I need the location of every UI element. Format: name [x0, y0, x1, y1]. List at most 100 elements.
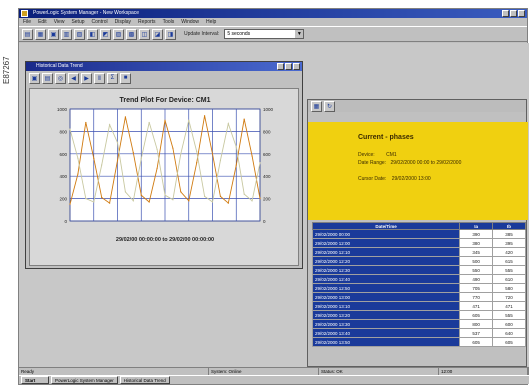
alarm-icon[interactable]: ◩ [100, 28, 111, 40]
table-icon[interactable]: ▥ [61, 28, 72, 40]
table-row[interactable]: 29/02/2000 00:00 390 385 [311, 229, 526, 239]
figure-reference-label: E87267 [2, 56, 11, 84]
table-row[interactable]: 29/02/2000 12:50 705 580 [311, 283, 526, 293]
cell-datetime: 29/02/2000 12:20 [311, 256, 461, 266]
column-header-ib[interactable]: Ib [492, 222, 526, 230]
status-cell-2: Status: OK [319, 368, 439, 375]
cell-ia: 550 [459, 265, 494, 275]
cell-ia: 345 [459, 247, 494, 257]
pause-icon[interactable]: Ⅱ [94, 72, 105, 84]
print-icon[interactable]: ▣ [29, 72, 40, 84]
menu-tools[interactable]: Tools [163, 18, 175, 26]
cell-ia: 390 [459, 229, 494, 239]
table-view-icon[interactable]: ▦ [311, 100, 322, 112]
series-2-point [124, 191, 127, 193]
report-icon[interactable]: ▩ [126, 28, 137, 40]
series-2-point [156, 148, 158, 150]
trend-minimize-button[interactable] [277, 63, 284, 70]
y-tick-label-left: 800 [59, 129, 67, 134]
series-1-point [164, 119, 166, 121]
menu-reports[interactable]: Reports [138, 18, 156, 26]
series-2-point [180, 153, 182, 155]
cell-ib: 640 [492, 328, 526, 338]
cell-ia: 537 [459, 328, 494, 338]
zoom-icon[interactable]: ◎ [55, 72, 66, 84]
table-row[interactable]: 29/02/2000 13:20 605 555 [311, 310, 526, 320]
window-title: PowerLogic System Manager - New Workspac… [33, 10, 140, 16]
print-icon[interactable]: ▣ [48, 28, 59, 40]
series-2-point [101, 164, 103, 166]
event-icon[interactable]: ▨ [113, 28, 124, 40]
table-row[interactable]: 29/02/2000 12:30 550 555 [311, 265, 526, 275]
close-button[interactable] [518, 10, 525, 17]
table-row[interactable]: 29/02/2000 12:10 345 420 [311, 247, 526, 257]
column-header-ia[interactable]: Ia [459, 222, 494, 230]
series-1-point [140, 194, 142, 196]
table-row[interactable]: 29/02/2000 12:20 500 615 [311, 256, 526, 266]
table-row[interactable]: 29/02/2000 13:30 800 600 [311, 319, 526, 329]
sigma-icon[interactable]: Σ [107, 72, 118, 84]
series-2-point [85, 198, 87, 200]
cell-ib: 395 [492, 238, 526, 248]
chevron-down-icon[interactable]: ▼ [295, 30, 304, 38]
series-2-point [259, 162, 261, 164]
table-row[interactable]: 29/02/2000 13:40 537 640 [311, 328, 526, 338]
series-2-point [235, 146, 237, 148]
table-row[interactable]: 29/02/2000 12:00 380 395 [311, 238, 526, 248]
copy-icon[interactable]: ▤ [42, 72, 53, 84]
status-bar: Ready System: Online Status: OK 12:00 [19, 367, 529, 375]
cell-ib: 555 [492, 310, 526, 320]
taskbar-item-app[interactable]: PowerLogic System Manager [51, 376, 118, 384]
menu-help[interactable]: Help [206, 18, 216, 26]
trend-toolbar: ▣ ▤ ◎ ◀ ▶ Ⅱ Σ ■ [26, 71, 302, 85]
series-1-point [156, 167, 158, 169]
table-row[interactable]: 29/02/2000 13:10 471 471 [311, 301, 526, 311]
meter-icon[interactable]: ◧ [87, 28, 98, 40]
chart-icon[interactable]: ▧ [74, 28, 85, 40]
series-2-point [77, 157, 79, 159]
y-tick-label-right: 1000 [263, 107, 274, 112]
start-button[interactable]: Start [21, 376, 49, 384]
trend-maximize-button[interactable] [285, 63, 292, 70]
taskbar-item-trend[interactable]: Historical Data Trend [119, 376, 170, 384]
setup-icon[interactable]: ◪ [152, 28, 163, 40]
cursor-date-row: Cursor Date: 29/02/2000 13:00 [358, 176, 431, 182]
open-icon[interactable]: ▤ [22, 28, 33, 40]
menu-setup[interactable]: Setup [71, 18, 84, 26]
y-tick-label-right: 200 [263, 197, 271, 202]
menu-control[interactable]: Control [92, 18, 108, 26]
column-header-datetime[interactable]: Date/Time [311, 222, 461, 230]
series-1-point [85, 121, 87, 124]
refresh-icon[interactable]: ↻ [324, 100, 335, 112]
application-window: PowerLogic System Manager - New Workspac… [18, 8, 529, 385]
cell-datetime: 29/02/2000 12:30 [311, 265, 461, 275]
menu-window[interactable]: Window [181, 18, 199, 26]
series-1-point [116, 159, 119, 162]
table-row[interactable]: 29/02/2000 13:50 605 605 [311, 337, 526, 347]
minimize-button[interactable] [502, 10, 509, 17]
scroll-right-icon[interactable]: ▶ [81, 72, 92, 84]
update-interval-select[interactable]: 5 seconds ▼ [224, 29, 305, 39]
trend-close-button[interactable] [293, 63, 300, 70]
menu-file[interactable]: File [23, 18, 31, 26]
series-1-point [259, 198, 261, 200]
menu-display[interactable]: Display [115, 18, 131, 26]
scroll-left-icon[interactable]: ◀ [68, 72, 79, 84]
table-row[interactable]: 29/02/2000 13:00 770 720 [311, 292, 526, 302]
table-row[interactable]: 29/02/2000 12:40 490 610 [311, 274, 526, 284]
help-icon[interactable]: ◨ [165, 28, 176, 40]
series-1-point [251, 155, 253, 157]
series-2-point [148, 121, 150, 124]
cell-ia: 490 [459, 274, 494, 284]
series-2-point [227, 122, 229, 125]
maximize-button[interactable] [510, 10, 517, 17]
series-2-point [203, 195, 206, 197]
menu-edit[interactable]: Edit [38, 18, 47, 26]
save-icon[interactable]: ▦ [35, 28, 46, 40]
trend-chart: Trend Plot For Device: CM1 1000 1000 800 800… [57, 97, 274, 243]
cell-ia: 800 [459, 319, 494, 329]
device-row: Device: CM1 [358, 152, 397, 158]
device-icon[interactable]: ◫ [139, 28, 150, 40]
stop-icon[interactable]: ■ [120, 72, 131, 84]
menu-view[interactable]: View [54, 18, 65, 26]
